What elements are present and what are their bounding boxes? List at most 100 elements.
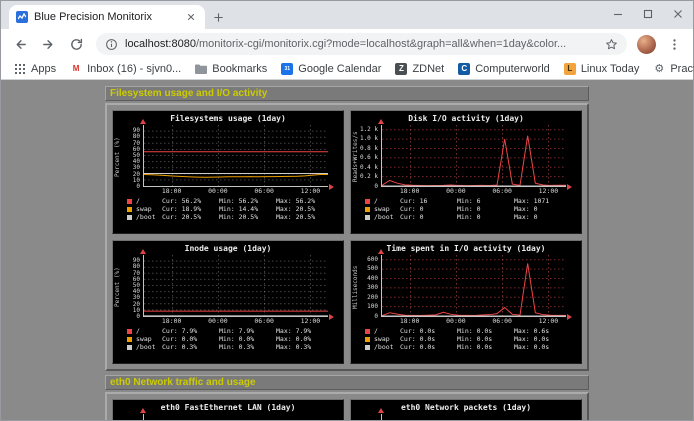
tab-close-icon[interactable] bbox=[184, 10, 198, 24]
url-text: localhost:8080/monitorix-cgi/monitorix.c… bbox=[125, 38, 598, 50]
new-tab-button[interactable] bbox=[205, 5, 231, 29]
plot-area bbox=[381, 255, 566, 317]
y-tick-label: 30 bbox=[133, 165, 140, 171]
chart-time-in-io[interactable]: Time spent in I/O activity (1day) Millis… bbox=[350, 240, 582, 364]
legend-color-swatch bbox=[365, 345, 370, 350]
plot-area bbox=[381, 125, 566, 187]
page-info-icon[interactable] bbox=[105, 38, 118, 51]
legend-row: /bootCur: 0Min: 0Max: 0 bbox=[365, 213, 577, 221]
legend-cur-value: Cur: 0 bbox=[400, 214, 457, 221]
legend-cur-value: Cur: 0.0% bbox=[162, 336, 219, 343]
section-header-filesystem: Filesystem usage and I/O activity bbox=[105, 86, 589, 101]
bookmark-practical-technol[interactable]: ⚙Practical Technol... bbox=[648, 61, 694, 78]
x-tick-label: 06:00 bbox=[492, 318, 512, 325]
maximize-button-icon[interactable] bbox=[633, 1, 663, 27]
chart-inode-usage[interactable]: Inode usage (1day) Percent (%) 010203040… bbox=[112, 240, 344, 364]
chart-title: eth0 FastEthernet LAN (1day) bbox=[117, 403, 339, 413]
legend-cur-value: Cur: 0 bbox=[400, 206, 457, 213]
chart-eth0-packets[interactable]: eth0 Network packets (1day) 1.0 bbox=[350, 399, 582, 420]
legend-cur-value: Cur: 56.2% bbox=[162, 198, 219, 205]
chart-eth0-traffic[interactable]: eth0 FastEthernet LAN (1day) 1.0 bbox=[112, 399, 344, 420]
y-tick-label: 40 bbox=[133, 159, 140, 165]
x-tick-label: 00:00 bbox=[208, 318, 228, 325]
legend-cur-value: Cur: 7.9% bbox=[162, 328, 219, 335]
legend-row: /Cur: 16Min: 6Max: 1071 bbox=[365, 197, 577, 205]
y-axis-ticks: 1.0 bbox=[355, 414, 381, 420]
forward-button-icon[interactable] bbox=[35, 31, 61, 57]
x-tick-label: 18:00 bbox=[162, 318, 182, 325]
x-tick-label: 12:00 bbox=[539, 188, 559, 195]
letter-icon: C bbox=[458, 63, 470, 75]
y-tick-label: 70 bbox=[133, 141, 140, 147]
bookmark-label: Google Calendar bbox=[298, 63, 381, 75]
section-header-network: eth0 Network traffic and usage bbox=[105, 375, 589, 390]
url-host: localhost:8080 bbox=[125, 38, 196, 50]
y-axis-ticks: 00.2 k0.4 k0.6 k0.8 k1.0 k1.2 k bbox=[355, 125, 381, 187]
address-bar[interactable]: localhost:8080/monitorix-cgi/monitorix.c… bbox=[96, 33, 627, 55]
bookmark-bookmarks[interactable]: Bookmarks bbox=[190, 61, 272, 78]
chart-legend: /Cur: 56.2%Min: 56.2%Max: 56.2%swapCur: … bbox=[127, 197, 339, 221]
bookmark-linux-today[interactable]: LLinux Today bbox=[559, 61, 645, 78]
legend-max-value: Max: 56.2% bbox=[276, 198, 333, 205]
letter-icon: 31 bbox=[281, 63, 293, 75]
bookmark-zdnet[interactable]: ZZDNet bbox=[390, 61, 449, 78]
monitorix-favicon-icon bbox=[16, 11, 28, 23]
legend-color-swatch bbox=[365, 199, 370, 204]
legend-min-value: Min: 56.2% bbox=[219, 198, 276, 205]
plot-area bbox=[143, 255, 328, 317]
y-tick-label: 0.8 k bbox=[360, 146, 378, 152]
close-button-icon[interactable] bbox=[663, 1, 693, 27]
legend-color-swatch bbox=[365, 337, 370, 342]
legend-row: swapCur: 18.9%Min: 14.4%Max: 20.5% bbox=[127, 205, 339, 213]
legend-max-value: Max: 0.6s bbox=[514, 328, 571, 335]
reload-button-icon[interactable] bbox=[63, 31, 89, 57]
bookmark-label: Apps bbox=[31, 63, 56, 75]
bookmark-inbox-16-sjvn0[interactable]: MInbox (16) - sjvn0... bbox=[65, 61, 186, 78]
legend-cur-value: Cur: 18.9% bbox=[162, 206, 219, 213]
apps-grid-icon bbox=[14, 63, 26, 75]
y-tick-label: 90 bbox=[133, 258, 140, 264]
profile-avatar[interactable] bbox=[637, 35, 656, 54]
bookmarks-bar: Apps MInbox (16) - sjvn0...Bookmarks 31 Goo… bbox=[1, 59, 693, 80]
y-tick-label: 400 bbox=[367, 276, 378, 282]
x-tick-label: 18:00 bbox=[162, 188, 182, 195]
bookmark-computerworld[interactable]: C Computerworld bbox=[453, 61, 555, 78]
chart-filesystems-usage[interactable]: Filesystems usage (1day) Percent (%) 010… bbox=[112, 110, 344, 234]
legend-series-name: /boot bbox=[136, 344, 162, 351]
x-axis-ticks: 18:0000:0006:0012:00 bbox=[381, 187, 566, 195]
browser-tab[interactable]: Blue Precision Monitorix bbox=[9, 5, 205, 29]
y-axis-ticks: 0102030405060708090 bbox=[117, 255, 143, 317]
chart-title: Disk I/O activity (1day) bbox=[355, 114, 577, 124]
chart-title: Inode usage (1day) bbox=[117, 244, 339, 254]
bookmark-google-calendar[interactable]: 31 Google Calendar bbox=[276, 61, 386, 78]
x-tick-label: 12:00 bbox=[301, 318, 321, 325]
x-tick-label: 00:00 bbox=[208, 188, 228, 195]
letter-icon: Z bbox=[395, 63, 407, 75]
y-tick-label: 80 bbox=[133, 134, 140, 140]
legend-color-swatch bbox=[365, 215, 370, 220]
legend-cur-value: Cur: 16 bbox=[400, 198, 457, 205]
legend-max-value: Max: 0.0% bbox=[276, 336, 333, 343]
legend-min-value: Min: 0.0s bbox=[457, 344, 514, 351]
y-tick-label: 1.0 k bbox=[360, 136, 378, 142]
legend-max-value: Max: 1071 bbox=[514, 198, 571, 205]
y-tick-label: 10 bbox=[133, 308, 140, 314]
letter-icon: M bbox=[70, 63, 82, 75]
legend-row: /Cur: 7.9%Min: 7.9%Max: 7.9% bbox=[127, 327, 339, 335]
page-content[interactable]: Filesystem usage and I/O activity Filesy… bbox=[1, 80, 693, 420]
back-button-icon[interactable] bbox=[7, 31, 33, 57]
network-charts-box: eth0 FastEthernet LAN (1day) 1.0 eth0 Ne… bbox=[105, 392, 589, 420]
chrome-menu-icon[interactable] bbox=[661, 31, 687, 57]
y-tick-label: 60 bbox=[133, 147, 140, 153]
y-axis-ticks: 0102030405060708090 bbox=[117, 125, 143, 187]
legend-row: /Cur: 0.0sMin: 0.0sMax: 0.6s bbox=[365, 327, 577, 335]
y-tick-label: 40 bbox=[133, 289, 140, 295]
bookmark-star-icon[interactable] bbox=[605, 38, 618, 51]
y-tick-label: 10 bbox=[133, 178, 140, 184]
minimize-button-icon[interactable] bbox=[603, 1, 633, 27]
chart-title: eth0 Network packets (1day) bbox=[355, 403, 577, 413]
legend-series-name: swap bbox=[136, 336, 162, 343]
bookmark-label: Computerworld bbox=[475, 63, 550, 75]
chart-disk-io-activity[interactable]: Disk I/O activity (1day) Reads+Writes/s … bbox=[350, 110, 582, 234]
bookmark-apps[interactable]: Apps bbox=[9, 61, 61, 78]
